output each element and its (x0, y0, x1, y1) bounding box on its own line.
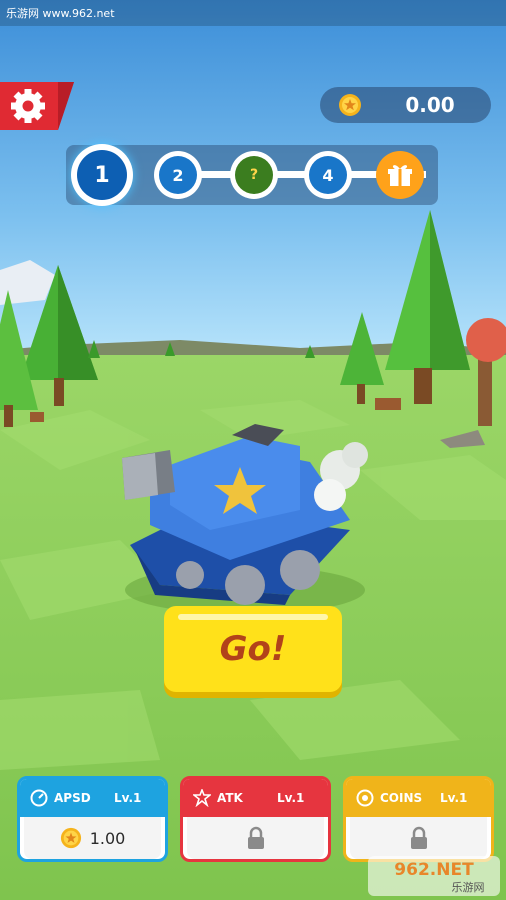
upgrade-name: ATK (217, 791, 243, 805)
level-node-1: 1 (71, 144, 133, 206)
lock-icon (410, 826, 427, 849)
upgrade-card-apsd[interactable]: APSD Lv.1 1.00 (17, 776, 168, 862)
upgrade-name: APSD (54, 791, 91, 805)
upgrade-name: COINS (380, 791, 423, 805)
watermark-logo: 962.NET 乐游网 (368, 856, 500, 896)
level-progress: 1 2 ? 4 (66, 144, 438, 206)
settings-button[interactable] (0, 82, 74, 130)
upgrade-card-header: COINS Lv.1 (346, 779, 491, 817)
upgrade-locked (350, 817, 487, 859)
go-button[interactable]: Go! (164, 606, 342, 692)
level-node-gift (376, 151, 424, 199)
level-node-4: 4 (304, 151, 352, 199)
level-node-2: 2 (154, 151, 202, 199)
star-coin-icon (60, 827, 81, 849)
upgrade-cost-value: 1.00 (89, 828, 126, 848)
upgrade-level: Lv.1 (440, 791, 468, 805)
coin-icon (356, 789, 374, 807)
watermark-logo-text: 962.NET (394, 860, 474, 880)
speed-icon (30, 789, 48, 807)
watermark-text: 乐游网 www.962.net (6, 7, 115, 20)
upgrade-card-header: APSD Lv.1 (20, 779, 165, 817)
star-coin-icon (339, 94, 361, 116)
upgrade-locked (187, 817, 324, 859)
go-button-label: Go! (219, 629, 287, 669)
coin-balance: 0.00 (320, 87, 491, 123)
upgrade-level: Lv.1 (277, 791, 305, 805)
gear-icon (11, 89, 45, 123)
lock-icon (247, 826, 264, 849)
upgrade-level: Lv.1 (114, 791, 142, 805)
watermark-logo-sub: 乐游网 (452, 881, 485, 894)
game-scene (0, 0, 506, 900)
attack-icon (193, 789, 211, 807)
upgrade-cost: 1.00 (24, 817, 161, 859)
gift-icon (388, 165, 412, 186)
button-shine (178, 614, 328, 620)
status-strip: 乐游网 www.962.net (0, 0, 506, 26)
level-node-mystery: ? (230, 151, 278, 199)
upgrade-card-header: ATK Lv.1 (183, 779, 328, 817)
coin-balance-value: 0.00 (405, 93, 455, 117)
tank (122, 424, 368, 614)
upgrade-card-atk[interactable]: ATK Lv.1 (180, 776, 331, 862)
upgrade-card-coins[interactable]: COINS Lv.1 (343, 776, 494, 862)
